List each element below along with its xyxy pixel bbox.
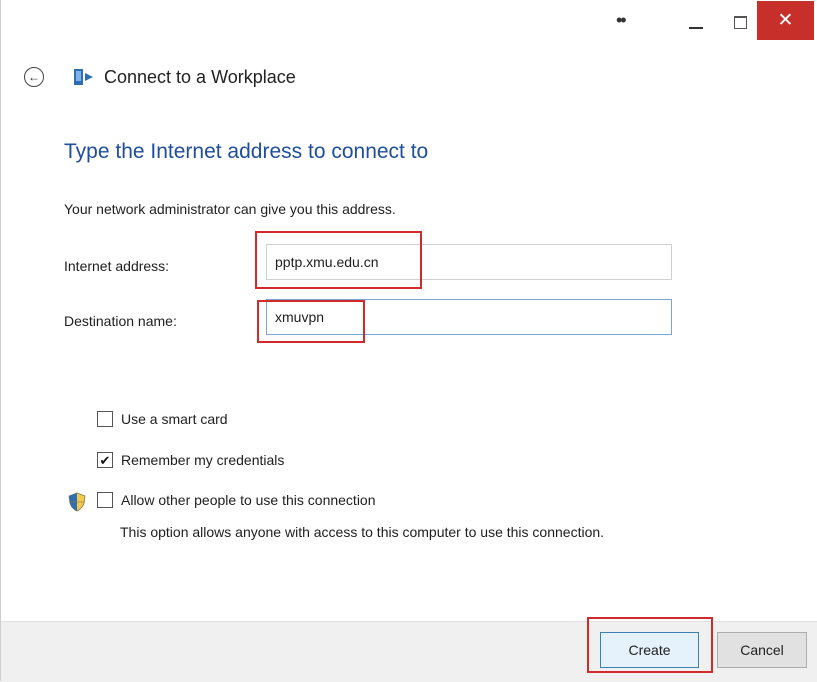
- minimize-button[interactable]: [685, 12, 707, 34]
- uac-shield-icon: [68, 492, 86, 512]
- back-button[interactable]: ←: [24, 67, 44, 87]
- maximize-button[interactable]: [729, 12, 751, 34]
- cancel-button[interactable]: Cancel: [717, 632, 807, 668]
- remember-credentials-checkbox[interactable]: ✔: [97, 452, 113, 468]
- allow-others-note: This option allows anyone with access to…: [120, 524, 605, 540]
- smart-card-checkbox[interactable]: [97, 411, 113, 427]
- remember-credentials-label: Remember my credentials: [121, 452, 285, 468]
- allow-others-option[interactable]: Allow other people to use this connectio…: [97, 492, 376, 508]
- instruction-text: Your network administrator can give you …: [64, 201, 396, 217]
- destination-name-input[interactable]: [266, 299, 672, 335]
- back-arrow-icon: ←: [28, 70, 40, 84]
- smart-card-option[interactable]: Use a smart card: [97, 411, 228, 427]
- internet-address-input[interactable]: [266, 244, 672, 280]
- connect-workplace-window: •• ✕ ← Connect to a Workplace Type the I…: [0, 0, 817, 682]
- close-icon: ✕: [777, 10, 794, 31]
- smart-card-label: Use a smart card: [121, 411, 228, 427]
- internet-address-label: Internet address:: [64, 258, 170, 274]
- allow-others-label: Allow other people to use this connectio…: [121, 492, 376, 508]
- menu-dots-icon[interactable]: ••: [616, 10, 627, 31]
- destination-name-label: Destination name:: [64, 313, 177, 329]
- checkmark-icon: ✔: [99, 452, 111, 468]
- window-title: Connect to a Workplace: [104, 67, 296, 87]
- page-heading: Type the Internet address to connect to: [64, 140, 429, 163]
- title-bar: •• ✕: [1, 0, 817, 48]
- remember-credentials-option[interactable]: ✔ Remember my credentials: [97, 452, 284, 468]
- network-connection-icon: [74, 69, 93, 85]
- allow-others-checkbox[interactable]: [97, 492, 113, 508]
- create-button[interactable]: Create: [600, 632, 699, 668]
- close-button[interactable]: ✕: [757, 1, 814, 40]
